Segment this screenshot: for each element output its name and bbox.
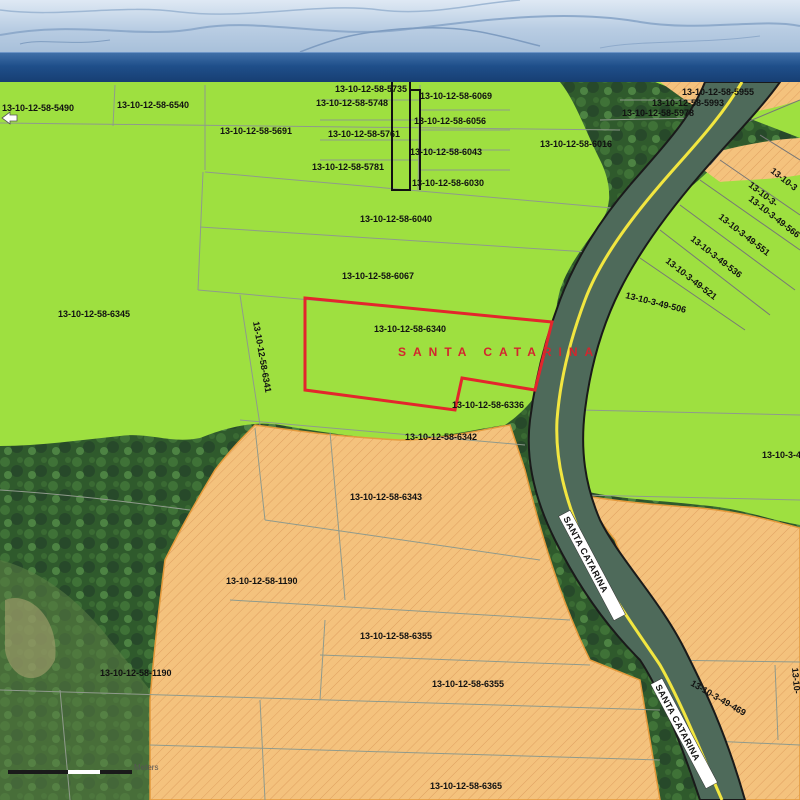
- parcel-label: 13-10-12-58-5781: [312, 162, 384, 172]
- parcel-label: 13-10-12-58-6345: [58, 309, 130, 319]
- parcel-label: 13-10-12-58-6540: [117, 100, 189, 110]
- parcel-label: 13-10-12-58-6056: [414, 116, 486, 126]
- parcel-label: 13-10-12-58-6043: [410, 147, 482, 157]
- header-banner: [0, 0, 800, 52]
- parcel-label: 13-10-12-58-6365: [430, 781, 502, 791]
- parcel-label: 13-10-12-58-6342: [405, 432, 477, 442]
- parcel-label: 13-10-12-58-5955: [682, 87, 754, 97]
- parcel-label: 13-10-12-58-6069: [420, 91, 492, 101]
- parcel-label: 13-10-12-58-5761: [328, 129, 400, 139]
- parcel-label: 13-10-12-58-5735: [335, 84, 407, 94]
- map-canvas[interactable]: 13-10-12-58-5490 13-10-12-58-6540 13-10-…: [0, 81, 800, 800]
- parcel-label: 13-10-12-58-6040: [360, 214, 432, 224]
- parcel-label: 13-10-12-58-5978: [622, 108, 694, 118]
- parcel-label: 13-10-12-58-6030: [412, 178, 484, 188]
- parcel-label: 13-10-12-58-6343: [350, 492, 422, 502]
- parcel-label: 13-10-12-58-6336: [452, 400, 524, 410]
- parcel-label: 13-10-12-58-6355: [432, 679, 504, 689]
- scale-unit-label: Meters: [134, 763, 158, 772]
- gis-viewer: 13-10-12-58-5490 13-10-12-58-6540 13-10-…: [0, 0, 800, 800]
- parcel-label: 13-10-12-58-5993: [652, 98, 724, 108]
- map-toolbar: [0, 52, 800, 82]
- parcel-label: 13-10-3-4: [762, 450, 800, 460]
- parcel-label: 13-10-12-58-6067: [342, 271, 414, 281]
- parcel-label: 13-10-12-58-5490: [2, 103, 74, 113]
- parcel-label: 13-10-12-58-5691: [220, 126, 292, 136]
- parcel-label: 13-10-12-58-1190: [100, 668, 172, 678]
- parcel-label: 13-10-12-58-6355: [360, 631, 432, 641]
- place-name-label: SANTA CATARINA: [398, 345, 600, 359]
- parcel-label: 13-10-12-58-6340: [374, 324, 446, 334]
- banner-aerial-art: [0, 0, 800, 52]
- parcel-label: 13-10-12-58-5748: [316, 98, 388, 108]
- parcel-label: 13-10-12-58-1190: [226, 576, 298, 586]
- parcel-label: 13-10-12-58-6016: [540, 139, 612, 149]
